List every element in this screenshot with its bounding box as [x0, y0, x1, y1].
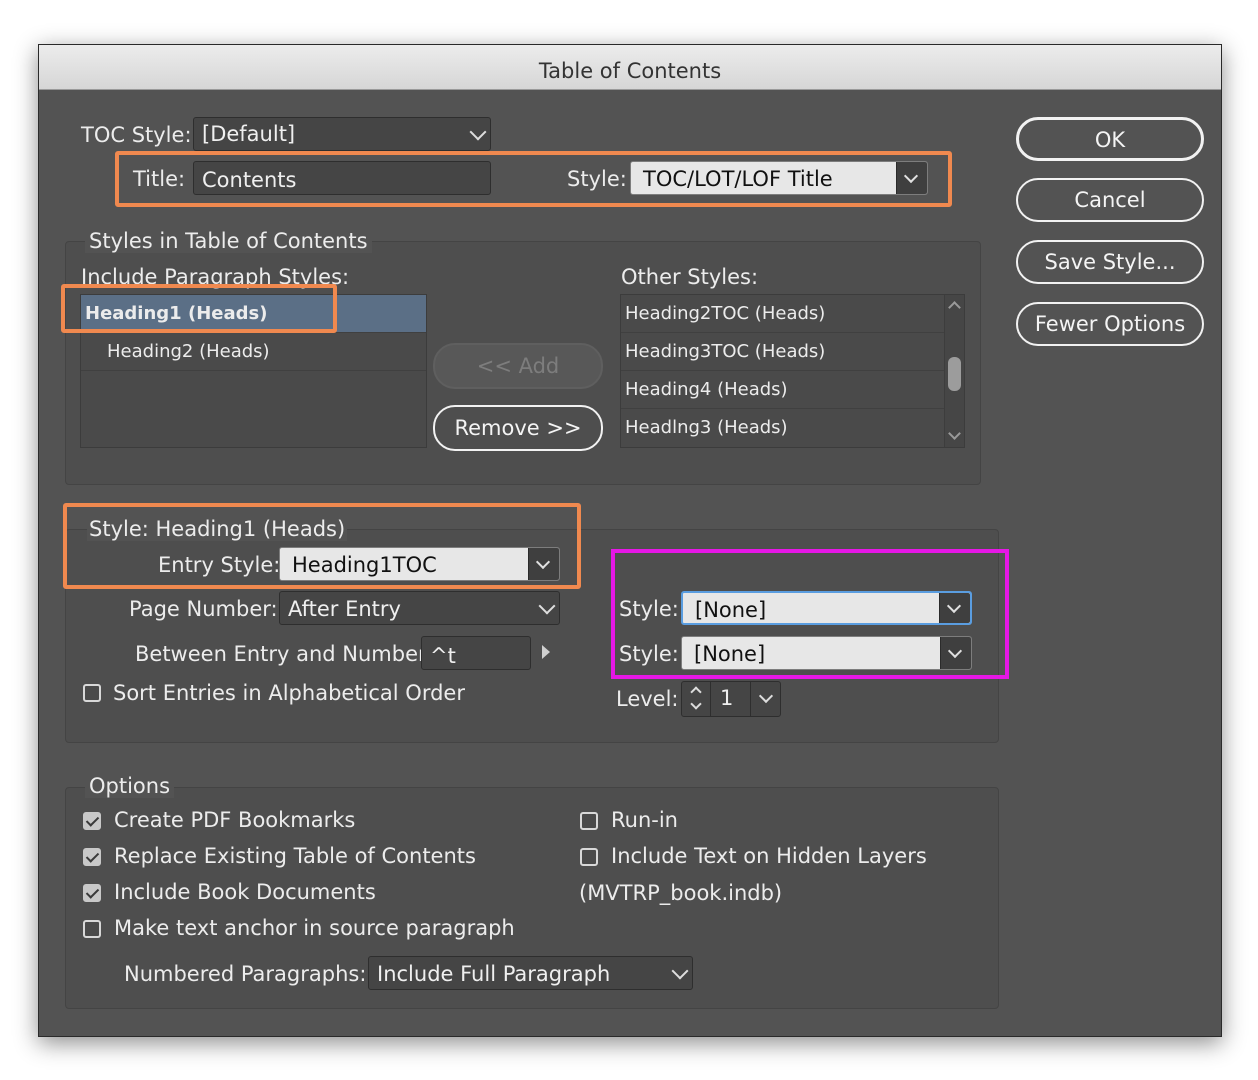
style1-dropdown[interactable]: [None]: [681, 591, 972, 625]
list-item[interactable]: Headlng3 (Heads): [621, 409, 944, 446]
sort-entries-checkbox[interactable]: [83, 684, 101, 702]
chevron-up-icon[interactable]: [690, 686, 702, 698]
run-in-checkbox[interactable]: [580, 812, 598, 830]
scrollbar[interactable]: [944, 295, 964, 447]
chevron-down-icon: [671, 962, 689, 980]
level-label: Level:: [616, 687, 679, 711]
chevron-down-icon: [896, 162, 927, 194]
page-number-label: Page Number:: [129, 597, 278, 621]
level-dropdown[interactable]: [750, 682, 781, 716]
other-styles-label: Other Styles:: [621, 265, 759, 289]
run-in-label: Run-in: [611, 808, 678, 832]
between-entry-input[interactable]: ^t: [421, 636, 531, 670]
options-heading: Options: [85, 774, 175, 798]
style1-label: Style:: [619, 597, 679, 621]
scrollbar-thumb[interactable]: [948, 357, 961, 391]
styles-group-heading: Styles in Table of Contents: [85, 229, 372, 253]
include-book-documents-label: Include Book Documents: [114, 880, 376, 904]
fewer-options-button[interactable]: Fewer Options: [1016, 302, 1204, 346]
chevron-down-icon: [758, 688, 774, 704]
include-book-documents-checkbox[interactable]: [83, 884, 101, 902]
entry-style-label: Entry Style:: [158, 553, 281, 577]
list-item[interactable]: Heading2TOC (Heads): [621, 295, 944, 333]
level-value: 1: [720, 686, 734, 710]
toc-dialog: Table of Contents TOC Style: [Default] T…: [38, 44, 1222, 1037]
include-hidden-layers-label: Include Text on Hidden Layers: [611, 844, 927, 868]
style1-value: [None]: [695, 598, 767, 622]
style2-dropdown[interactable]: [None]: [681, 636, 972, 670]
chevron-down-icon: [940, 637, 971, 669]
chevron-down-icon[interactable]: [948, 427, 961, 440]
toc-style-dropdown[interactable]: [Default]: [193, 117, 491, 151]
window-title: Table of Contents: [39, 45, 1221, 90]
sort-entries-label: Sort Entries in Alphabetical Order: [113, 681, 465, 705]
numbered-paragraphs-label: Numbered Paragraphs:: [124, 962, 367, 986]
numbered-paragraphs-value: Include Full Paragraph: [377, 962, 611, 986]
chevron-down-icon: [939, 593, 970, 623]
replace-existing-label: Replace Existing Table of Contents: [114, 844, 476, 868]
title-style-value: TOC/LOT/LOF Title: [643, 167, 833, 191]
create-pdf-bookmarks-checkbox[interactable]: [83, 812, 101, 830]
make-text-anchor-label: Make text anchor in source paragraph: [114, 916, 515, 940]
heading1-highlight: [61, 284, 337, 333]
page-number-value: After Entry: [288, 597, 401, 621]
cancel-button[interactable]: Cancel: [1016, 178, 1204, 222]
numbered-paragraphs-dropdown[interactable]: Include Full Paragraph: [368, 956, 693, 990]
title-label: Title:: [133, 167, 186, 191]
toc-style-label: TOC Style:: [81, 123, 192, 147]
entry-style-value: Heading1TOC: [292, 553, 437, 577]
chevron-up-icon[interactable]: [948, 301, 961, 314]
add-button[interactable]: << Add: [433, 343, 603, 389]
include-hidden-layers-checkbox[interactable]: [580, 848, 598, 866]
chevron-down-icon: [528, 548, 559, 580]
book-name: (MVTRP_book.indb): [579, 881, 783, 905]
between-entry-label: Between Entry and Number:: [135, 642, 434, 666]
style-group-heading: Style: Heading1 (Heads): [87, 517, 348, 541]
level-stepper[interactable]: 1: [681, 681, 781, 717]
replace-existing-checkbox[interactable]: [83, 848, 101, 866]
remove-button[interactable]: Remove >>: [433, 405, 603, 451]
other-styles-list[interactable]: Heading2TOC (Heads) Heading3TOC (Heads) …: [620, 294, 965, 448]
toc-style-value: [Default]: [202, 122, 296, 146]
create-pdf-bookmarks-label: Create PDF Bookmarks: [114, 808, 356, 832]
page-number-dropdown[interactable]: After Entry: [279, 591, 560, 625]
style2-label: Style:: [619, 642, 679, 666]
list-item[interactable]: Heading3TOC (Heads): [621, 333, 944, 371]
style2-value: [None]: [694, 642, 766, 666]
entry-style-dropdown[interactable]: Heading1TOC: [279, 547, 560, 581]
save-style-button[interactable]: Save Style...: [1016, 240, 1204, 284]
special-characters-arrow-icon[interactable]: [542, 645, 550, 659]
level-stepper-arrows[interactable]: [682, 682, 711, 716]
make-text-anchor-checkbox[interactable]: [83, 920, 101, 938]
ok-button[interactable]: OK: [1016, 117, 1204, 161]
title-input[interactable]: Contents: [193, 161, 491, 195]
chevron-down-icon[interactable]: [690, 698, 702, 710]
list-item[interactable]: Heading4 (Heads): [621, 371, 944, 409]
title-style-label: Style:: [567, 167, 627, 191]
chevron-down-icon: [538, 597, 556, 615]
chevron-down-icon: [469, 123, 487, 141]
title-style-dropdown[interactable]: TOC/LOT/LOF Title: [630, 161, 928, 195]
list-item[interactable]: Heading2 (Heads): [81, 333, 426, 371]
